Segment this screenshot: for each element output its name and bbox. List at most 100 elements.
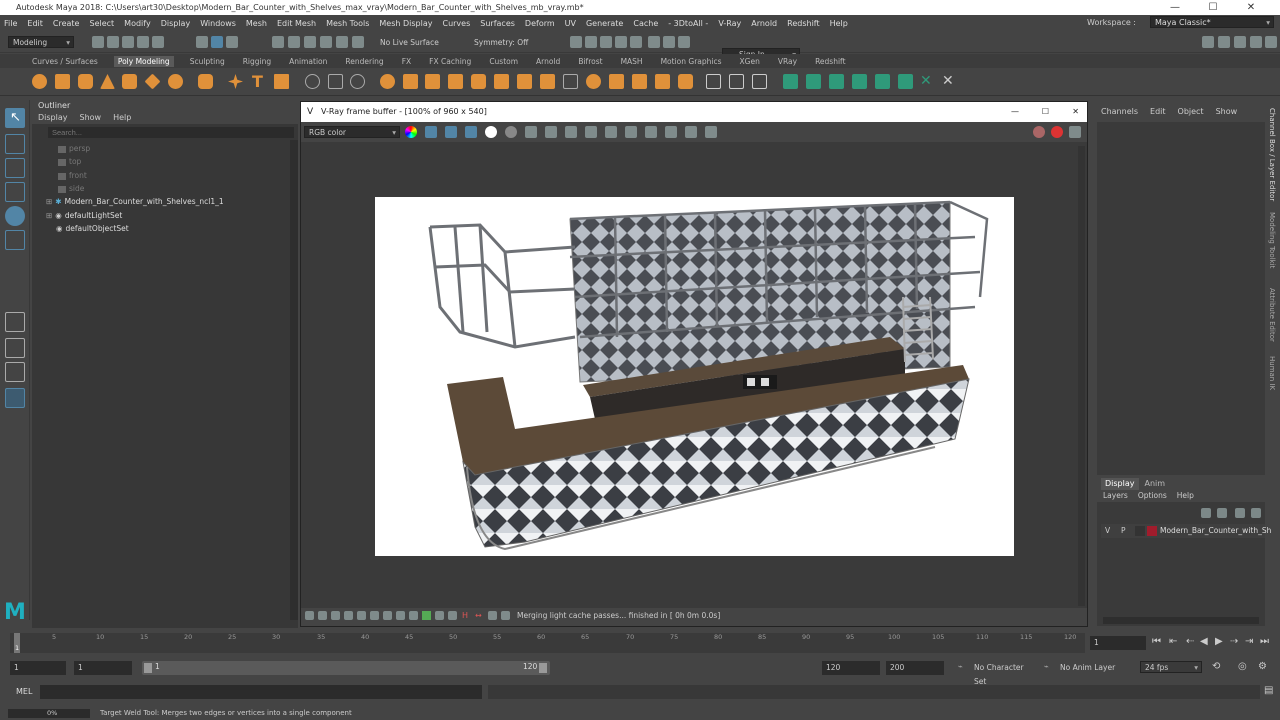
step-forward-frame-icon[interactable]: ⇢ xyxy=(1230,636,1238,647)
outliner-menu-help[interactable]: Help xyxy=(113,112,131,124)
move-layer-down-icon[interactable] xyxy=(1251,508,1261,518)
channels-menu[interactable]: Channels xyxy=(1101,107,1138,116)
offset-edge-loop-icon[interactable] xyxy=(586,74,601,89)
side-tab-channel-box[interactable]: Channel Box / Layer Editor xyxy=(1268,108,1276,201)
follow-mouse-icon[interactable] xyxy=(605,126,617,138)
render-settings-icon[interactable] xyxy=(615,36,627,48)
outliner-item-side[interactable]: side xyxy=(58,183,84,195)
insert-edge-loop-icon[interactable] xyxy=(609,74,624,89)
range-start-field[interactable]: 1 xyxy=(74,661,132,675)
outliner-item-front[interactable]: front xyxy=(58,170,87,182)
menu-create[interactable]: Create xyxy=(53,19,80,28)
side-tab-human-ik[interactable]: Human IK xyxy=(1268,356,1276,390)
outliner-menu-show[interactable]: Show xyxy=(80,112,102,124)
menu-modify[interactable]: Modify xyxy=(124,19,151,28)
step-forward-key-icon[interactable]: ⇥ xyxy=(1245,636,1253,647)
loop-icon[interactable]: ⟲ xyxy=(1212,661,1220,672)
fps-select[interactable]: 24 fps xyxy=(1140,661,1202,673)
automatic-mapping-icon[interactable] xyxy=(752,74,767,89)
shelf-tab-rendering[interactable]: Rendering xyxy=(343,57,385,66)
vray-render-icon[interactable] xyxy=(648,36,660,48)
snap-view-icon[interactable] xyxy=(320,36,332,48)
redo-icon[interactable] xyxy=(152,36,164,48)
anim-end-field[interactable]: 200 xyxy=(886,661,944,675)
outliner-search-input[interactable] xyxy=(48,127,294,138)
uv-move-icon[interactable] xyxy=(875,74,890,89)
menu-edit[interactable]: Edit xyxy=(27,19,43,28)
shelf-tab-animation[interactable]: Animation xyxy=(287,57,329,66)
smooth-icon[interactable] xyxy=(350,74,365,89)
channel-show-menu[interactable]: Show xyxy=(1216,107,1238,116)
menu-redshift[interactable]: Redshift xyxy=(787,19,819,28)
shelf-tab-redshift[interactable]: Redshift xyxy=(813,57,847,66)
platonic-solid-icon[interactable] xyxy=(198,74,213,89)
layer-name[interactable]: Modern_Bar_Counter_with_Sh xyxy=(1160,526,1271,535)
super-shape-icon[interactable] xyxy=(228,74,243,89)
planar-mapping-icon[interactable] xyxy=(729,74,744,89)
vfb-status-icon-6[interactable] xyxy=(370,611,379,620)
shelf-tab-custom[interactable]: Custom xyxy=(487,57,520,66)
menu-select[interactable]: Select xyxy=(89,19,114,28)
bridge-icon[interactable] xyxy=(425,74,440,89)
workspace-select[interactable]: Maya Classic* xyxy=(1150,16,1274,28)
vfb-minimize-icon[interactable]: — xyxy=(1011,102,1019,122)
vfb-status-icon-8[interactable] xyxy=(396,611,405,620)
move-layer-up-icon[interactable] xyxy=(1235,508,1245,518)
link-to-viewport-icon[interactable] xyxy=(645,126,657,138)
menu-cache[interactable]: Cache xyxy=(633,19,658,28)
blue-channel-icon[interactable] xyxy=(465,126,477,138)
outliner-item-default-light-set[interactable]: ⊞ ◉ defaultLightSet xyxy=(46,210,122,222)
alpha-channel-icon[interactable] xyxy=(485,126,497,138)
outliner-scrollbar[interactable] xyxy=(290,140,298,620)
layer-visibility-toggle[interactable]: V xyxy=(1105,526,1110,535)
undo-icon[interactable] xyxy=(137,36,149,48)
poly-cube-icon[interactable] xyxy=(55,74,70,89)
menu-mesh[interactable]: Mesh xyxy=(246,19,267,28)
fill-hole-icon[interactable] xyxy=(494,74,509,89)
menu-set-select[interactable]: Modeling xyxy=(8,36,74,48)
options-menu[interactable]: Options xyxy=(1138,490,1167,502)
vray-pause-icon[interactable] xyxy=(678,36,690,48)
mono-channel-icon[interactable] xyxy=(505,126,517,138)
save-image-icon[interactable] xyxy=(525,126,537,138)
hypershade-icon[interactable] xyxy=(630,36,642,48)
minimize-icon[interactable]: — xyxy=(1160,0,1190,15)
step-back-key-icon[interactable]: ⇤ xyxy=(1169,636,1177,647)
vfb-status-icon-10[interactable] xyxy=(422,611,431,620)
clear-image-icon[interactable] xyxy=(565,126,577,138)
compare-icon[interactable] xyxy=(705,126,717,138)
extrude-icon[interactable] xyxy=(403,74,418,89)
poly-cylinder-icon[interactable] xyxy=(78,74,93,89)
anim-layer-select[interactable]: No Anim Layer xyxy=(1056,661,1130,675)
shelf-tab-poly-modeling[interactable]: Poly Modeling xyxy=(113,55,174,67)
script-editor-icon[interactable]: ▤ xyxy=(1264,685,1273,696)
play-forward-icon[interactable]: ▶ xyxy=(1215,636,1223,647)
select-hierarchy-icon[interactable] xyxy=(196,36,208,48)
layer-help-menu[interactable]: Help xyxy=(1177,490,1194,502)
shelf-tab-mash[interactable]: MASH xyxy=(619,57,645,66)
uv-distort-icon[interactable]: ✕ xyxy=(920,74,935,89)
range-end-handle[interactable] xyxy=(539,663,547,673)
vfb-status-icon-4[interactable] xyxy=(344,611,353,620)
range-end-field[interactable]: 120 xyxy=(822,661,880,675)
layer-scrollbar[interactable] xyxy=(1103,617,1259,624)
layer-type-toggle[interactable] xyxy=(1135,526,1145,536)
current-frame-field[interactable]: 1 xyxy=(1090,636,1146,650)
outliner-item-top[interactable]: top xyxy=(58,156,81,168)
vfb-status-icon-7[interactable] xyxy=(383,611,392,620)
outliner-item-bar-counter[interactable]: ⊞ ✱ Modern_Bar_Counter_with_Shelves_ncl1_1 xyxy=(46,196,224,208)
snap-curve-icon[interactable] xyxy=(288,36,300,48)
target-weld-icon[interactable] xyxy=(632,74,647,89)
lasso-tool-icon[interactable] xyxy=(5,134,25,154)
region-render-icon[interactable] xyxy=(625,126,637,138)
render-icon[interactable] xyxy=(1069,126,1081,138)
new-scene-icon[interactable] xyxy=(92,36,104,48)
command-input[interactable] xyxy=(40,685,482,699)
play-back-icon[interactable]: ◀ xyxy=(1200,636,1208,647)
channel-object-menu[interactable]: Object xyxy=(1178,107,1204,116)
track-mouse-icon[interactable] xyxy=(585,126,597,138)
tab-display[interactable]: Display xyxy=(1101,478,1139,490)
go-to-start-icon[interactable]: ⏮ xyxy=(1152,636,1161,647)
color-channels-icon[interactable] xyxy=(405,126,417,138)
layer-row[interactable]: V P Modern_Bar_Counter_with_Sh xyxy=(1101,524,1271,538)
